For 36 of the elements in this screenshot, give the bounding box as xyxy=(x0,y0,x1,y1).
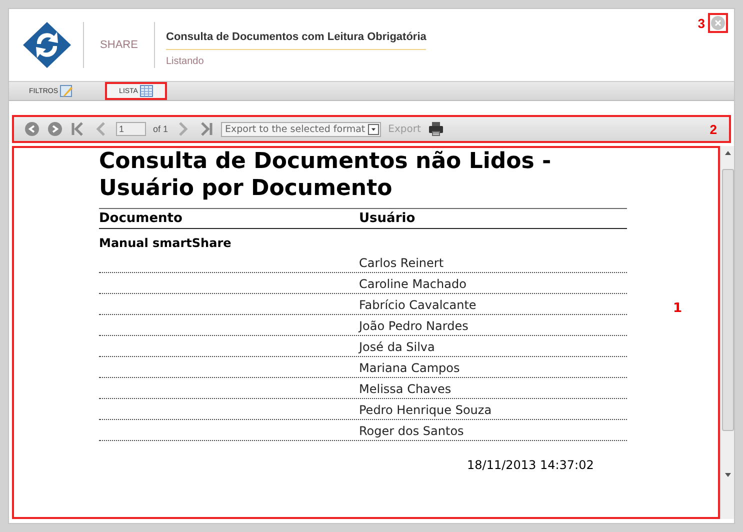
last-page-icon[interactable] xyxy=(198,121,214,137)
scrollbar[interactable] xyxy=(720,146,734,519)
print-icon[interactable] xyxy=(428,121,444,137)
close-button[interactable] xyxy=(708,13,728,33)
page-subtitle: Listando xyxy=(166,56,205,67)
column-header: Documento xyxy=(99,211,184,226)
user-name: Roger dos Santos xyxy=(359,424,465,438)
user-name: Melissa Chaves xyxy=(359,382,452,396)
callout-number: 3 xyxy=(698,16,705,30)
back-icon[interactable] xyxy=(24,121,40,137)
edit-icon xyxy=(60,85,74,97)
user-name: Mariana Campos xyxy=(359,361,461,375)
report-title: Consulta de Documentos não Lidos - Usuário por Documento xyxy=(99,148,552,202)
forward-icon[interactable] xyxy=(47,121,63,137)
table-icon xyxy=(140,85,153,97)
callout-number: 1 xyxy=(672,301,682,316)
scroll-down-icon[interactable] xyxy=(724,471,732,479)
brand-name: SHARE xyxy=(99,39,139,51)
timestamp: 18/11/2013 14:37:02 xyxy=(466,457,595,472)
user-name: José da Silva xyxy=(359,340,436,354)
logo-icon xyxy=(21,20,73,70)
callout-number: 2 xyxy=(710,122,717,136)
user-name: Caroline Machado xyxy=(359,277,468,291)
user-name: Carlos Reinert xyxy=(359,256,445,270)
page-count: of 1 xyxy=(153,124,168,134)
scroll-up-icon[interactable] xyxy=(724,149,732,157)
document-name: Manual smartShare xyxy=(99,235,232,252)
page-field[interactable]: 1 xyxy=(116,122,146,136)
export-format-dropdown[interactable]: Export to the selected format xyxy=(221,122,382,136)
column-header: Usuário xyxy=(359,211,416,226)
first-page-icon[interactable] xyxy=(70,121,86,137)
user-name: Fabrício Cavalcante xyxy=(359,298,478,312)
user-name: Pedro Henrique Souza xyxy=(359,403,493,417)
page-title: Consulta de Documentos com Leitura Obrigatória xyxy=(166,23,426,50)
caret-icon xyxy=(368,124,380,134)
user-name: João Pedro Nardes xyxy=(359,319,470,333)
